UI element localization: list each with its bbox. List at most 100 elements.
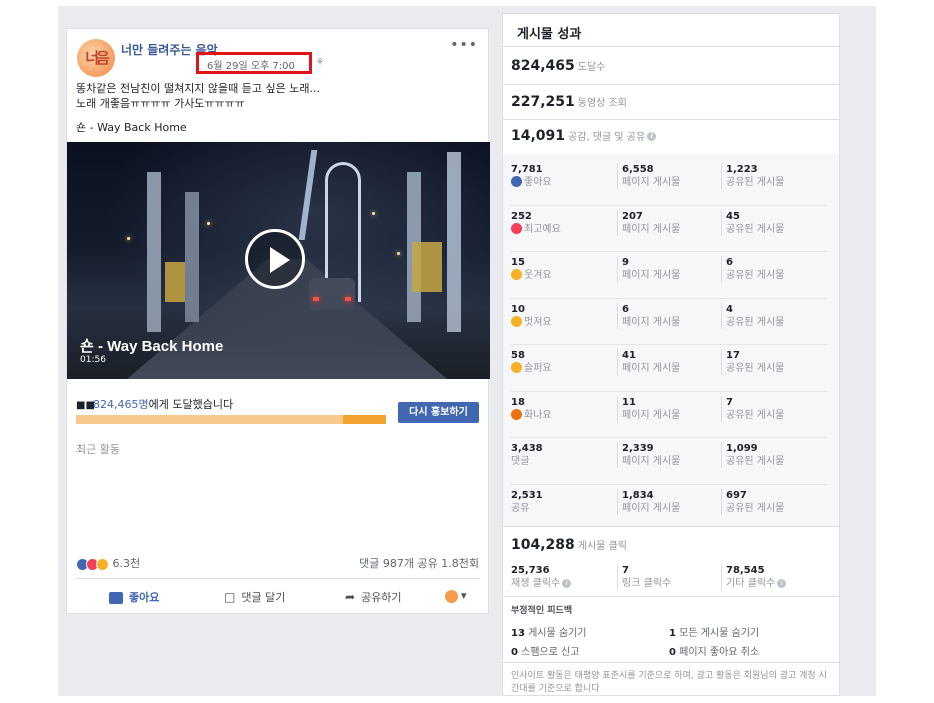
video-player[interactable]: 숀 - Way Back Home 01:56 [67, 142, 490, 379]
breakdown-page-label-wrap: 페이지 게시물 [622, 409, 680, 422]
insights-divider [503, 596, 839, 597]
insights-divider [503, 526, 839, 527]
video-title: 숀 - Way Back Home [80, 338, 224, 355]
breakdown-total-cell: 2,531 공유 [511, 489, 543, 515]
breakdown-page-label: 페이지 게시물 [622, 502, 681, 514]
breakdown-page-value: 1,834 [622, 489, 654, 501]
insights-footnote: 인사이트 활동은 태평양 표준시를 기준으로 하며, 광고 활동은 회원님의 광… [511, 671, 827, 694]
reaction-icons [76, 557, 109, 571]
engagement-value: 14,091 [511, 128, 566, 144]
post-clicks-metric: 104,288 게시물 클릭 [511, 537, 627, 553]
breakdown-shared-label-wrap: 공유된 게시물 [726, 362, 784, 375]
play-clicks-label: 재생 클릭수 [511, 578, 561, 589]
post-as-selector[interactable]: ▾ [445, 589, 467, 603]
breakdown-page-label-wrap: 페이지 게시물 [622, 269, 680, 282]
link-clicks: 7 링크 클릭수 [617, 564, 671, 590]
breakdown-total-cell: 18 화나요 [511, 396, 552, 422]
unlike-page-stat: 0 페이지 좋아요 취소 [669, 643, 759, 658]
breakdown-shared-label: 공유된 게시물 [726, 363, 785, 374]
reach-progress-bar [76, 415, 386, 424]
breakdown-page-value: 6 [622, 303, 629, 315]
reach-progress-fill [76, 415, 343, 424]
breakdown-shared-label: 공유된 게시물 [726, 409, 785, 421]
breakdown-total-label-wrap: 슬퍼요 [511, 362, 552, 375]
comment-label: 댓글 달기 [241, 591, 286, 604]
play-icon [270, 247, 290, 273]
breakdown-shared-value: 6 [726, 257, 733, 268]
breakdown-shared-cell: 697 공유된 게시물 [721, 488, 784, 515]
breakdown-row-divider [511, 251, 827, 252]
info-icon[interactable]: i [777, 578, 787, 588]
breakdown-page-value: 6,558 [622, 164, 654, 175]
breakdown-shared-label: 공유된 게시물 [726, 316, 785, 328]
breakdown-shared-label: 공유된 게시물 [726, 456, 785, 467]
breakdown-page-label: 페이지 게시물 [622, 409, 681, 421]
info-icon[interactable]: i [647, 131, 657, 141]
boost-again-button[interactable]: 다시 홍보하기 [398, 402, 479, 423]
breakdown-shared-cell: 7 공유된 게시물 [721, 395, 785, 422]
negative-feedback-title: 부정적인 피드백 [511, 606, 573, 616]
breakdown-page-cell: 2,339 페이지 게시물 [617, 442, 680, 468]
like-button[interactable]: 좋아요 [109, 589, 159, 605]
comment-button[interactable]: □ 댓글 달기 [224, 589, 285, 605]
breakdown-page-label-wrap: 페이지 게시물 [622, 223, 680, 236]
breakdown-page-value: 207 [622, 210, 643, 222]
page-avatar[interactable]: 너음 [77, 39, 115, 77]
insights-divider [503, 662, 839, 663]
post-card: 너음 너만 들려주는 음악 6월 29일 오후 7:00 · ⚘ ••• 똥차같… [66, 28, 490, 614]
hide-all-label: 모든 게시물 숨기기 [679, 628, 760, 639]
page-avatar-small [445, 589, 458, 603]
breakdown-shared-label: 공유된 게시물 [726, 177, 785, 188]
angry-reaction-icon [511, 408, 522, 420]
people-icon: ■■ [76, 400, 95, 411]
breakdown-shared-cell: 45 공유된 게시물 [721, 209, 784, 236]
other-clicks-value: 78,545 [726, 565, 765, 576]
breakdown-page-label-wrap: 페이지 게시물 [622, 362, 680, 375]
sad-reaction-icon [96, 557, 109, 571]
breakdown-total-label-wrap: 좋아요 [511, 176, 552, 189]
breakdown-row-divider [511, 390, 827, 392]
play-clicks-value: 25,736 [511, 565, 550, 576]
haha-reaction-icon [511, 269, 522, 280]
post-text-line-2: 노래 개좋음ㅠㅠㅠㅠ 가사도ㅠㅠㅠㅠ [76, 97, 245, 110]
breakdown-page-cell: 11 페이지 게시물 [617, 395, 680, 422]
breakdown-total-label: 댓글 [511, 456, 530, 467]
share-button[interactable]: ➦ 공유하기 [345, 589, 402, 605]
action-divider [76, 578, 480, 579]
spam-report-stat: 0 스팸으로 신고 [511, 643, 580, 658]
breakdown-shared-cell: 1,099 공유된 게시물 [721, 442, 784, 468]
breakdown-page-label-wrap: 페이지 게시물 [622, 316, 680, 329]
reach-count-link[interactable]: 824,465명 [93, 398, 149, 411]
breakdown-total-label: 최고예요 [524, 223, 561, 235]
breakdown-shared-value: 1,099 [726, 443, 758, 454]
breakdown-total-value: 252 [511, 210, 532, 222]
play-button[interactable] [245, 229, 305, 289]
reaction-summary[interactable]: 6.3천 [76, 555, 140, 571]
unlike-page-label: 페이지 좋아요 취소 [679, 647, 760, 658]
insights-divider [503, 84, 839, 85]
reach-value: 824,465 [511, 58, 575, 74]
breakdown-page-label: 페이지 게시물 [622, 223, 681, 235]
video-views-metric: 227,251 동영상 조회 [511, 94, 627, 110]
breakdown-shared-value: 45 [726, 210, 740, 222]
breakdown-total-label-wrap: 댓글 [511, 455, 543, 468]
breakdown-shared-label-wrap: 공유된 게시물 [726, 455, 784, 468]
breakdown-page-value: 11 [622, 396, 636, 408]
info-icon[interactable]: i [562, 578, 572, 588]
breakdown-total-value: 15 [511, 257, 525, 268]
breakdown-total-label-wrap: 최고예요 [511, 222, 561, 236]
hide-post-value: 13 [511, 628, 525, 639]
comments-shares-count[interactable]: 댓글 987개 공유 1.8천회 [359, 555, 479, 571]
reach-summary: ■■824,465명에게 도달했습니다 [76, 396, 233, 412]
like-label: 좋아요 [129, 591, 160, 604]
hide-all-stat: 1 모든 게시물 숨기기 [669, 624, 759, 639]
views-label: 동영상 조회 [577, 98, 627, 109]
breakdown-shared-label: 공유된 게시물 [726, 223, 785, 235]
breakdown-page-value: 9 [622, 257, 629, 268]
spam-report-value: 0 [511, 647, 518, 658]
video-duration: 01:56 [80, 355, 106, 365]
breakdown-shared-label-wrap: 공유된 게시물 [726, 223, 784, 236]
more-options-icon[interactable]: ••• [450, 37, 478, 53]
unlike-page-value: 0 [669, 647, 676, 658]
breakdown-page-cell: 6,558 페이지 게시물 [617, 163, 680, 189]
